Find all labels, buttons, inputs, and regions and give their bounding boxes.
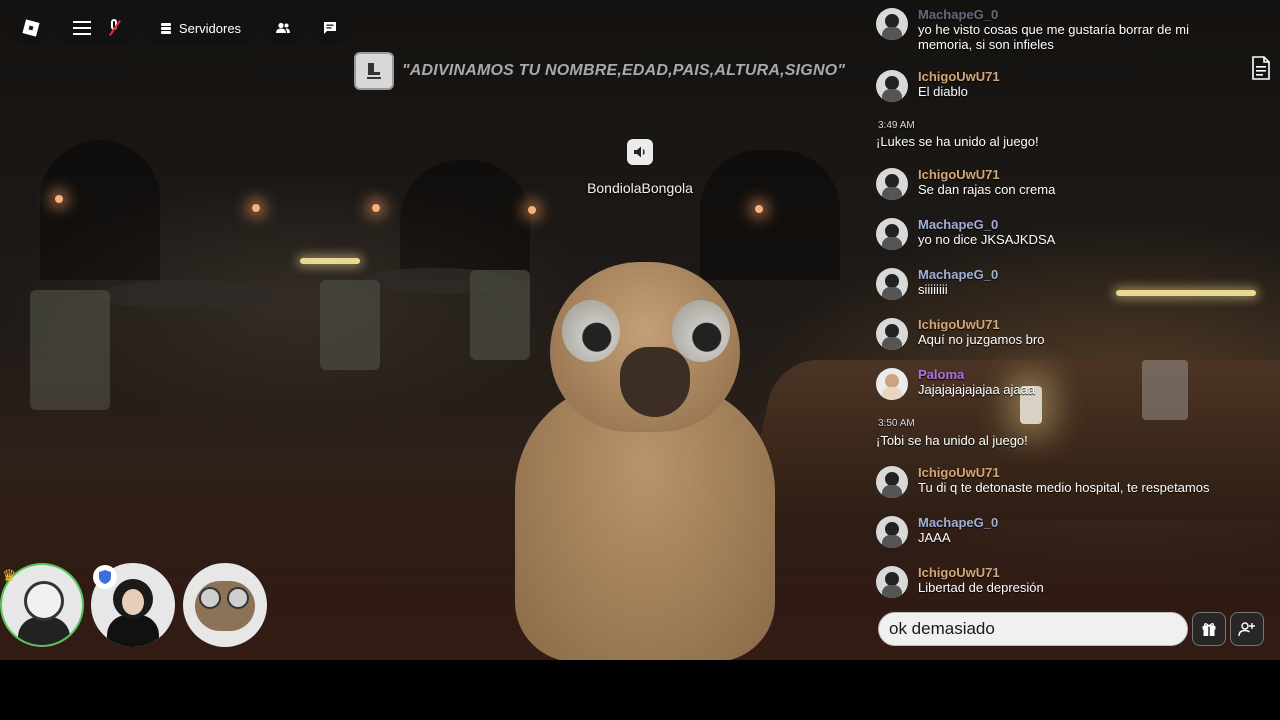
wall-lamp: [528, 206, 536, 214]
avatar: [876, 466, 908, 498]
avatar: [876, 368, 908, 400]
chat-message: Paloma Jajajajajajajaa ajaaa: [876, 366, 1236, 402]
avatar: [876, 168, 908, 200]
chat-timestamp: 3:49 AM: [878, 120, 915, 131]
chat-username[interactable]: IchigoUwU71: [918, 317, 1000, 332]
light-strip: [300, 258, 360, 264]
chat-username[interactable]: MachapeG_0: [918, 7, 998, 22]
chat-log[interactable]: MachapeG_0 yo he visto cosas que me gust…: [876, 0, 1236, 600]
chat-username[interactable]: IchigoUwU71: [918, 69, 1000, 84]
wall-lamp: [252, 204, 260, 212]
chat-system-message: ¡Tobi se ha unido al juego!: [876, 433, 1028, 448]
roblox-logo-icon: [22, 19, 40, 37]
friends-button[interactable]: [266, 12, 300, 44]
gift-button[interactable]: [1192, 612, 1226, 646]
server-title-banner: "ADIVINAMOS TU NOMBRE,EDAD,PAIS,ALTURA,S…: [354, 52, 845, 90]
chat-message: MachapeG_0 yo no dice JKSAJKDSA: [876, 216, 1236, 252]
chat-system-message: ¡Lukes se ha unido al juego!: [876, 134, 1039, 149]
chat-message: MachapeG_0 yo he visto cosas que me gust…: [876, 6, 1236, 52]
add-friend-button[interactable]: [1230, 612, 1264, 646]
wall-lamp: [55, 195, 63, 203]
chat-text: Se dan rajas con crema: [918, 182, 1056, 197]
chat-message: IchigoUwU71 Se dan rajas con crema: [876, 166, 1236, 202]
chat-message: MachapeG_0 JAAA: [876, 514, 1236, 550]
chat-message: IchigoUwU71 Libertad de depresión: [876, 564, 1236, 600]
avatar: [876, 516, 908, 548]
menu-mic-group: [58, 12, 136, 44]
seat-icon[interactable]: [354, 52, 394, 90]
roblox-menu-button[interactable]: [14, 12, 48, 44]
avatar: [876, 8, 908, 40]
speaker-icon[interactable]: [627, 139, 653, 165]
pug-head: [550, 262, 740, 432]
chat-text: Jajajajajajajaa ajaaa: [918, 382, 1036, 397]
avatar[interactable]: [183, 563, 267, 647]
chat-button[interactable]: [314, 12, 346, 44]
chat-message: IchigoUwU71 El diablo: [876, 68, 1236, 104]
gift-icon: [1202, 623, 1216, 636]
background-chair: [320, 280, 380, 370]
servers-button[interactable]: Servidores: [148, 12, 254, 44]
pug-player-avatar[interactable]: [495, 262, 795, 660]
hamburger-menu-icon[interactable]: [73, 21, 91, 35]
chat-text: Tu di q te detonaste medio hospital, te …: [918, 480, 1210, 495]
crown-icon: ♛: [2, 568, 17, 585]
pug-eye: [562, 300, 620, 362]
chat-username[interactable]: MachapeG_0: [918, 267, 998, 282]
player-nameplate: BondiolaBongola: [587, 180, 693, 196]
pug-muzzle: [620, 347, 690, 417]
chat-text: Aquí no juzgamos bro: [918, 332, 1045, 347]
avatar: [876, 268, 908, 300]
chat-username[interactable]: IchigoUwU71: [918, 465, 1000, 480]
avatar: [876, 566, 908, 598]
chat-timestamp: 3:50 AM: [878, 418, 915, 429]
banner-text: "ADIVINAMOS TU NOMBRE,EDAD,PAIS,ALTURA,S…: [402, 62, 846, 79]
wall-lamp: [755, 205, 763, 213]
shield-icon: [93, 565, 117, 589]
avatar: [876, 70, 908, 102]
avatar: [876, 318, 908, 350]
chat-username[interactable]: IchigoUwU71: [918, 167, 1000, 182]
chat-text: yo no dice JKSAJKDSA: [918, 232, 1056, 247]
chat-text: siiiiiiii: [918, 282, 948, 297]
add-friend-icon: [1238, 622, 1255, 637]
chat-username[interactable]: IchigoUwU71: [918, 565, 1000, 580]
chat-text: JAAA: [918, 530, 951, 545]
document-icon[interactable]: [1251, 56, 1271, 80]
chat-text: El diablo: [918, 84, 968, 99]
server-list-icon: [160, 22, 171, 34]
friends-icon: [276, 22, 290, 33]
wall-lamp: [372, 204, 380, 212]
pug-eye: [672, 300, 730, 362]
chat-text: yo he visto cosas que me gustaría borrar…: [918, 22, 1189, 37]
chat-text: Libertad de depresión: [918, 580, 1044, 595]
chat-icon: [324, 22, 336, 34]
chat-username[interactable]: MachapeG_0: [918, 515, 998, 530]
background-table: [100, 280, 270, 310]
chat-text: memoria, si son infieles: [918, 37, 1054, 52]
chat-input[interactable]: ok demasiado: [878, 612, 1188, 646]
background-arch: [700, 150, 840, 280]
servers-label: Servidores: [178, 20, 242, 36]
avatar: [876, 218, 908, 250]
chat-message: IchigoUwU71 Aquí no juzgamos bro: [876, 316, 1236, 352]
chat-message: IchigoUwU71 Tu di q te detonaste medio h…: [876, 464, 1236, 500]
chat-username[interactable]: Paloma: [918, 367, 964, 382]
background-arch: [40, 140, 160, 280]
chat-input-value: ok demasiado: [889, 619, 995, 638]
mic-muted-icon[interactable]: [107, 19, 121, 37]
chat-message: MachapeG_0 siiiiiiii: [876, 266, 1236, 302]
chat-username[interactable]: MachapeG_0: [918, 217, 998, 232]
